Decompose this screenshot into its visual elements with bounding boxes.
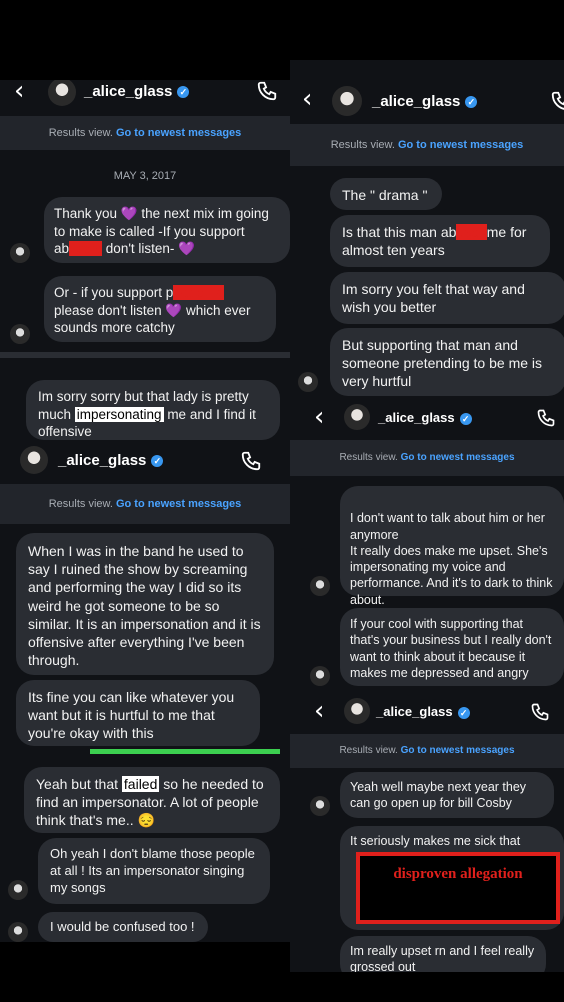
go-to-newest-link[interactable]: Go to newest messages: [401, 452, 515, 463]
right-screenshot: ‹ _alice_glass ✓ Results view. Go to newe…: [290, 60, 564, 972]
phone-icon[interactable]: [536, 408, 556, 428]
allegation-overlay: disproven allegation: [356, 852, 560, 924]
avatar[interactable]: [20, 446, 48, 474]
go-to-newest-link[interactable]: Go to newest messages: [401, 745, 515, 756]
message-bubble[interactable]: When I was in the band he used to say I …: [16, 533, 274, 675]
avatar[interactable]: [344, 404, 370, 430]
redaction-bar: edophile: [173, 285, 225, 300]
verified-badge-icon: ✓: [459, 412, 472, 425]
results-bar: Results view. Go to newest messages: [290, 440, 564, 476]
username[interactable]: _alice_glass ✓: [84, 83, 190, 100]
redaction-bar: used: [456, 224, 487, 240]
verified-badge-icon: ✓: [465, 96, 478, 109]
avatar: [10, 324, 30, 344]
avatar[interactable]: [344, 698, 370, 724]
message-bubble[interactable]: Is that this man abusedme for almost ten…: [330, 215, 550, 267]
purple-heart-icon: 💜: [178, 241, 195, 257]
avatar: [310, 666, 330, 686]
phone-icon[interactable]: [530, 702, 550, 722]
highlighted-word: impersonating: [74, 406, 164, 422]
phone-icon[interactable]: [240, 450, 262, 472]
avatar[interactable]: [332, 86, 362, 116]
swipe-indicator: [90, 749, 280, 754]
message-bubble[interactable]: I don't want to talk about him or her an…: [340, 486, 564, 607]
pensive-emoji: 😔: [137, 812, 155, 829]
avatar: [310, 796, 330, 816]
go-to-newest-link[interactable]: Go to newest messages: [116, 127, 241, 139]
results-bar: Results view. Go to newest messages: [290, 734, 564, 768]
username[interactable]: _alice_glass ✓: [376, 704, 470, 719]
chat-header: ‹ _alice_glass ✓: [290, 692, 564, 734]
message-bubble[interactable]: Its fine you can like whatever you want …: [16, 680, 260, 746]
avatar: [298, 372, 318, 392]
phone-icon[interactable]: [256, 80, 278, 102]
highlighted-word: failed: [121, 776, 160, 792]
message-bubble[interactable]: Im sorry you felt that way and wish you …: [330, 272, 564, 324]
message-bubble[interactable]: Or - if you support pedophile please don…: [44, 276, 276, 342]
username[interactable]: _alice_glass ✓: [378, 410, 472, 425]
message-bubble[interactable]: Im really upset rn and I feel really gro…: [340, 936, 546, 972]
message-bubble[interactable]: Yeah well maybe next year they can go op…: [340, 772, 554, 818]
purple-heart-icon: 💜: [120, 206, 138, 221]
screenshot-seam: [0, 352, 290, 358]
avatar[interactable]: [48, 80, 76, 106]
results-bar: Results view. Go to newest messages: [0, 484, 290, 524]
verified-badge-icon: ✓: [457, 706, 470, 719]
verified-badge-icon: ✓: [177, 86, 190, 99]
go-to-newest-link[interactable]: Go to newest messages: [116, 498, 241, 510]
avatar: [310, 576, 330, 596]
message-bubble[interactable]: If your cool with supporting that that's…: [340, 608, 564, 686]
phone-icon[interactable]: [550, 90, 564, 112]
chevron-left-icon[interactable]: ‹: [14, 80, 24, 104]
left-screenshot: ‹ _alice_glass ✓ Results view. Go to newe…: [0, 80, 290, 942]
username[interactable]: _alice_glass ✓: [372, 93, 478, 110]
redaction-bar: users: [69, 241, 103, 257]
message-bubble[interactable]: Thank you 💜 the next mix im going to mak…: [44, 197, 290, 263]
go-to-newest-link[interactable]: Go to newest messages: [398, 139, 523, 151]
avatar: [10, 243, 30, 263]
message-bubble[interactable]: Yeah but that failed so he needed to fin…: [24, 767, 280, 833]
chevron-left-icon[interactable]: ‹: [302, 86, 312, 112]
message-bubble[interactable]: The " drama ": [330, 178, 442, 210]
results-bar: Results view. Go to newest messages: [290, 124, 564, 166]
chevron-left-icon[interactable]: ‹: [314, 698, 324, 724]
date-label: MAY 3, 2017: [113, 170, 177, 182]
chat-header: ‹ _alice_glass ✓: [290, 60, 564, 122]
chat-header: ‹ _alice_glass ✓: [290, 398, 564, 440]
verified-badge-icon: ✓: [151, 455, 164, 468]
chat-header: _alice_glass ✓: [0, 440, 290, 484]
chevron-left-icon[interactable]: ‹: [314, 404, 324, 430]
message-bubble[interactable]: But supporting that man and someone pret…: [330, 328, 564, 396]
message-bubble[interactable]: Oh yeah I don't blame those people at al…: [38, 838, 270, 904]
username[interactable]: _alice_glass ✓: [58, 452, 164, 469]
purple-heart-icon: 💜: [165, 302, 183, 318]
avatar: [8, 922, 28, 942]
avatar: [8, 880, 28, 900]
message-bubble[interactable]: Im sorry sorry but that lady is pretty m…: [26, 380, 280, 440]
chat-header: ‹ _alice_glass ✓: [0, 80, 290, 116]
message-bubble[interactable]: I would be confused too !: [38, 912, 208, 942]
results-bar: Results view. Go to newest messages: [0, 116, 290, 150]
